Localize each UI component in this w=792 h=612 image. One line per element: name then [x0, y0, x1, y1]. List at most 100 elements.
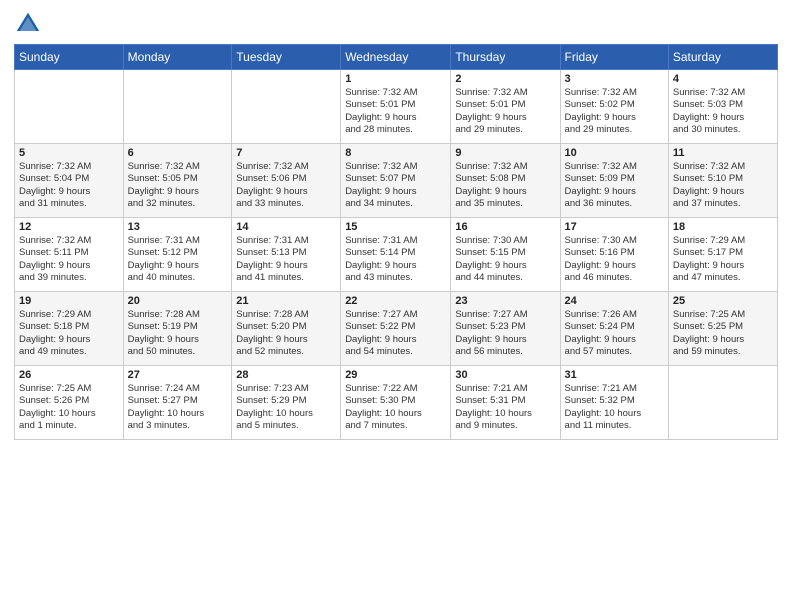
cell-text: Sunrise: 7:32 AM: [19, 235, 119, 247]
day-number: 24: [565, 295, 664, 307]
cell-text: Sunset: 5:01 PM: [455, 99, 555, 111]
cell-text: Sunset: 5:16 PM: [565, 247, 664, 259]
calendar-cell: 29Sunrise: 7:22 AMSunset: 5:30 PMDayligh…: [341, 366, 451, 440]
calendar-body: 1Sunrise: 7:32 AMSunset: 5:01 PMDaylight…: [15, 70, 778, 440]
cell-text: and 57 minutes.: [565, 346, 664, 358]
day-number: 21: [236, 295, 336, 307]
cell-text: Daylight: 9 hours: [565, 112, 664, 124]
calendar-cell: 9Sunrise: 7:32 AMSunset: 5:08 PMDaylight…: [451, 144, 560, 218]
cell-text: Sunset: 5:31 PM: [455, 395, 555, 407]
day-number: 8: [345, 147, 446, 159]
cell-text: and 28 minutes.: [345, 124, 446, 136]
day-header-sunday: Sunday: [15, 45, 124, 70]
cell-text: Sunset: 5:27 PM: [128, 395, 228, 407]
cell-text: Sunrise: 7:25 AM: [673, 309, 773, 321]
cell-text: Sunset: 5:04 PM: [19, 173, 119, 185]
calendar-cell: 15Sunrise: 7:31 AMSunset: 5:14 PMDayligh…: [341, 218, 451, 292]
cell-text: Sunset: 5:11 PM: [19, 247, 119, 259]
calendar-cell: 24Sunrise: 7:26 AMSunset: 5:24 PMDayligh…: [560, 292, 668, 366]
cell-text: Daylight: 9 hours: [236, 334, 336, 346]
cell-text: Sunrise: 7:27 AM: [455, 309, 555, 321]
day-number: 4: [673, 73, 773, 85]
day-number: 16: [455, 221, 555, 233]
cell-text: Sunrise: 7:32 AM: [455, 161, 555, 173]
week-row-3: 12 Sunrise: 7:32 AMSunset: 5:11 PM Dayligh…: [15, 218, 778, 292]
day-number: 31: [565, 369, 664, 381]
calendar-cell: [232, 70, 341, 144]
calendar-cell: 21Sunrise: 7:28 AMSunset: 5:20 PMDayligh…: [232, 292, 341, 366]
day-header-row: SundayMondayTuesdayWednesdayThursdayFrid…: [15, 45, 778, 70]
cell-text: and 40 minutes.: [128, 272, 228, 284]
cell-text: Sunrise: 7:22 AM: [345, 383, 446, 395]
cell-text: Sunset: 5:02 PM: [565, 99, 664, 111]
day-number: 26: [19, 369, 119, 381]
calendar-header: SundayMondayTuesdayWednesdayThursdayFrid…: [15, 45, 778, 70]
logo-icon: [14, 10, 42, 38]
cell-text: and 3 minutes.: [128, 420, 228, 432]
day-header-thursday: Thursday: [451, 45, 560, 70]
cell-text: Sunset: 5:23 PM: [455, 321, 555, 333]
cell-text: Sunset: 5:18 PM: [19, 321, 119, 333]
cell-text: Daylight: 9 hours: [236, 260, 336, 272]
cell-text: Sunset: 5:12 PM: [128, 247, 228, 259]
cell-text: Daylight: 9 hours: [236, 186, 336, 198]
day-number: 14: [236, 221, 336, 233]
cell-text: Sunset: 5:30 PM: [345, 395, 446, 407]
cell-text: Sunrise: 7:31 AM: [345, 235, 446, 247]
day-number: 1: [345, 73, 446, 85]
day-number: 25: [673, 295, 773, 307]
cell-text: and 52 minutes.: [236, 346, 336, 358]
cell-text: Daylight: 9 hours: [565, 260, 664, 272]
cell-text: Daylight: 9 hours: [19, 186, 119, 198]
cell-text: and 46 minutes.: [565, 272, 664, 284]
calendar-cell: 12Sunrise: 7:32 AMSunset: 5:11 PMDayligh…: [15, 218, 124, 292]
day-number: 7: [236, 147, 336, 159]
calendar-cell: 6Sunrise: 7:32 AMSunset: 5:05 PMDaylight…: [123, 144, 232, 218]
cell-text: Daylight: 9 hours: [673, 112, 773, 124]
day-number: 12: [19, 221, 119, 233]
cell-text: and 29 minutes.: [565, 124, 664, 136]
cell-text: and 43 minutes.: [345, 272, 446, 284]
cell-text: Sunset: 5:10 PM: [673, 173, 773, 185]
cell-text: and 47 minutes.: [673, 272, 773, 284]
cell-text: Sunset: 5:29 PM: [236, 395, 336, 407]
cell-text: Daylight: 9 hours: [455, 260, 555, 272]
day-number: 22: [345, 295, 446, 307]
day-header-tuesday: Tuesday: [232, 45, 341, 70]
calendar-cell: 25Sunrise: 7:25 AMSunset: 5:25 PMDayligh…: [668, 292, 777, 366]
calendar-cell: 13Sunrise: 7:31 AMSunset: 5:12 PMDayligh…: [123, 218, 232, 292]
day-number: 3: [565, 73, 664, 85]
cell-text: Sunrise: 7:24 AM: [128, 383, 228, 395]
cell-text: Daylight: 10 hours: [236, 408, 336, 420]
cell-text: Sunrise: 7:25 AM: [19, 383, 119, 395]
cell-text: Sunset: 5:08 PM: [455, 173, 555, 185]
day-number: 30: [455, 369, 555, 381]
day-number: 27: [128, 369, 228, 381]
cell-text: Daylight: 9 hours: [128, 334, 228, 346]
week-row-5: 26Sunrise: 7:25 AMSunset: 5:26 PMDayligh…: [15, 366, 778, 440]
cell-text: Sunrise: 7:23 AM: [236, 383, 336, 395]
cell-text: and 50 minutes.: [128, 346, 228, 358]
header: [14, 10, 778, 38]
calendar-cell: 26Sunrise: 7:25 AMSunset: 5:26 PMDayligh…: [15, 366, 124, 440]
cell-text: and 56 minutes.: [455, 346, 555, 358]
calendar-cell: 8Sunrise: 7:32 AMSunset: 5:07 PMDaylight…: [341, 144, 451, 218]
cell-text: Sunset: 5:14 PM: [345, 247, 446, 259]
calendar-cell: 18Sunrise: 7:29 AMSunset: 5:17 PMDayligh…: [668, 218, 777, 292]
cell-text: Daylight: 9 hours: [345, 260, 446, 272]
cell-text: Daylight: 9 hours: [455, 334, 555, 346]
cell-text: Sunset: 5:25 PM: [673, 321, 773, 333]
cell-text: Daylight: 9 hours: [565, 186, 664, 198]
calendar-cell: 19Sunrise: 7:29 AMSunset: 5:18 PMDayligh…: [15, 292, 124, 366]
calendar-cell: [668, 366, 777, 440]
cell-text: Sunrise: 7:21 AM: [565, 383, 664, 395]
calendar-cell: [123, 70, 232, 144]
cell-text: and 35 minutes.: [455, 198, 555, 210]
day-number: 10: [565, 147, 664, 159]
cell-text: Daylight: 9 hours: [345, 112, 446, 124]
cell-text: Daylight: 9 hours: [455, 112, 555, 124]
cell-text: and 39 minutes.: [19, 272, 119, 284]
cell-text: Daylight: 9 hours: [19, 334, 119, 346]
cell-text: Daylight: 10 hours: [19, 408, 119, 420]
day-header-saturday: Saturday: [668, 45, 777, 70]
